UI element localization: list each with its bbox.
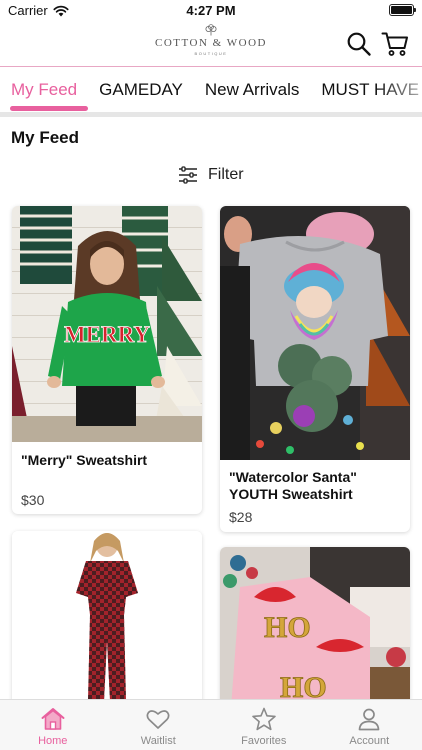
status-time: 4:27 PM <box>186 3 236 18</box>
battery-icon <box>389 4 416 16</box>
brand-logo[interactable]: COTTON & WOOD BOUTIQUE <box>155 24 267 64</box>
product-card[interactable]: HO HO <box>220 547 410 721</box>
product-image: HO HO <box>220 547 410 721</box>
nav-waitlist-label: Waitlist <box>140 735 176 747</box>
tab-gameday[interactable]: GAMEDAY <box>88 68 194 112</box>
sliders-icon <box>179 166 197 184</box>
search-button[interactable] <box>346 31 372 57</box>
logo-wordmark: COTTON & WOOD <box>155 37 267 49</box>
product-price: $30 <box>21 492 45 508</box>
cotton-flower-icon <box>205 24 217 36</box>
nav-favorites-label: Favorites <box>241 735 287 747</box>
app-screen: Carrier 4:27 PM COTTON & WOOD BOUTIQUE M… <box>0 0 422 750</box>
page-title: My Feed <box>11 128 80 147</box>
product-card[interactable]: "Watercolor Santa" YOUTH Sweatshirt $28 <box>220 206 410 532</box>
heart-icon <box>146 710 170 729</box>
tab-my-feed[interactable]: My Feed <box>0 68 89 112</box>
nav-waitlist[interactable]: Waitlist <box>106 700 212 750</box>
logo-tagline: BOUTIQUE <box>194 51 228 56</box>
product-title: "Merry" Sweatshirt <box>21 452 148 468</box>
home-icon <box>41 708 65 730</box>
product-title: "Watercolor Santa" YOUTH Sweatshirt <box>229 469 357 502</box>
tab-must-have[interactable]: MUST HAVE <box>310 68 422 112</box>
category-tabs: My Feed GAMEDAY New Arrivals MUST HAVE <box>0 66 422 112</box>
nav-account[interactable]: Account <box>317 700 422 750</box>
nav-home[interactable]: Home <box>0 700 106 750</box>
nav-favorites[interactable]: Favorites <box>211 700 317 750</box>
product-image: MERRY <box>12 206 202 442</box>
app-header: COTTON & WOOD BOUTIQUE <box>0 22 422 66</box>
search-icon <box>347 32 371 56</box>
cart-button[interactable] <box>381 31 408 57</box>
product-card[interactable]: MERRY "Merry" Sweatshirt $30 <box>12 206 202 514</box>
svg-text:MERRY: MERRY <box>64 322 150 347</box>
svg-text:HO: HO <box>264 611 311 644</box>
product-price: $28 <box>229 509 253 525</box>
product-card[interactable] <box>12 531 202 721</box>
filter-button[interactable]: Filter <box>178 166 244 184</box>
product-image <box>12 531 202 721</box>
bottom-nav: Home Waitlist Favorites Account <box>0 699 422 750</box>
tab-new-arrivals[interactable]: New Arrivals <box>194 68 310 112</box>
product-image <box>220 206 410 460</box>
cart-icon <box>381 32 408 56</box>
nav-account-label: Account <box>349 735 390 747</box>
person-icon <box>358 708 380 731</box>
tabs-divider <box>0 112 422 117</box>
status-bar: Carrier 4:27 PM <box>0 0 422 22</box>
star-icon <box>251 707 276 731</box>
filter-label: Filter <box>208 166 244 183</box>
nav-home-label: Home <box>38 735 68 747</box>
